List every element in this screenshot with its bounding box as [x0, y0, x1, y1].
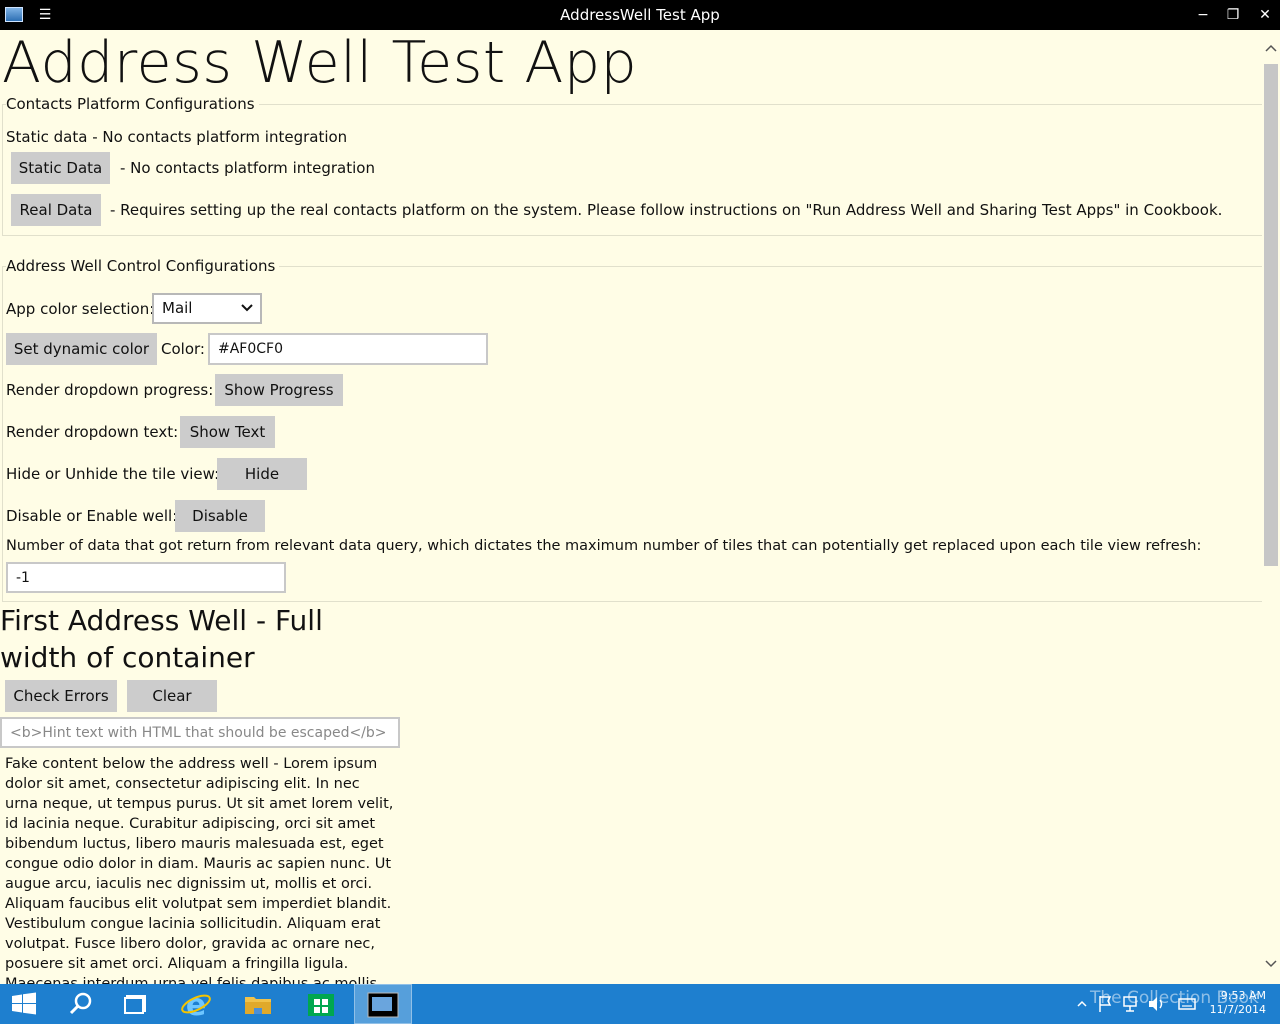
clock[interactable]: 9:53 AM 11/7/2014 [1206, 984, 1266, 1024]
svg-text:e: e [186, 988, 206, 1023]
control-legend: Address Well Control Configurations [6, 257, 280, 275]
window-title: AddressWell Test App [560, 6, 720, 24]
search-icon[interactable] [52, 984, 108, 1024]
scrollbar-thumb[interactable] [1264, 64, 1278, 566]
color-label: Color: [161, 340, 205, 358]
close-button[interactable]: ✕ [1250, 0, 1280, 30]
clear-button[interactable]: Clear [127, 680, 217, 712]
vertical-scrollbar[interactable] [1262, 30, 1280, 984]
file-explorer-icon[interactable] [230, 984, 286, 1024]
start-icon[interactable] [0, 984, 56, 1024]
scroll-up-icon[interactable] [1262, 42, 1280, 56]
platform-fieldset-bottom [2, 235, 1262, 236]
disable-well-label: Disable or Enable well: [6, 507, 178, 525]
address-well-input[interactable] [0, 717, 400, 748]
real-data-description: - Requires setting up the real contacts … [110, 201, 1223, 219]
maximize-button[interactable]: ❐ [1218, 0, 1248, 30]
render-text-label: Render dropdown text: [6, 423, 179, 441]
clock-date: 11/7/2014 [1209, 1003, 1266, 1016]
static-data-button[interactable]: Static Data [11, 152, 110, 184]
first-well-heading: First Address Well - Full width of conta… [0, 604, 323, 674]
app-color-select[interactable]: Mail [152, 293, 262, 324]
keyboard-icon[interactable] [1176, 984, 1198, 1024]
real-data-button[interactable]: Real Data [11, 194, 101, 226]
title-bar: ☰ AddressWell Test App − ❐ ✕ [0, 0, 1280, 30]
page-title: Address Well Test App [2, 30, 638, 96]
static-data-description: - No contacts platform integration [120, 159, 375, 177]
main-content: Address Well Test App Contacts Platform … [0, 30, 1262, 984]
internet-explorer-icon[interactable]: e [168, 984, 224, 1024]
check-errors-button[interactable]: Check Errors [5, 680, 117, 712]
hide-button[interactable]: Hide [217, 458, 307, 490]
render-progress-label: Render dropdown progress: [6, 381, 214, 399]
task-view-icon[interactable] [108, 984, 164, 1024]
volume-icon[interactable] [1145, 984, 1167, 1024]
query-count-input[interactable] [6, 562, 286, 593]
query-count-label: Number of data that got return from rele… [6, 538, 1202, 554]
set-dynamic-color-button[interactable]: Set dynamic color [6, 333, 157, 365]
clock-time: 9:53 AM [1220, 989, 1266, 1002]
store-icon[interactable] [293, 984, 349, 1024]
action-center-flag-icon[interactable] [1095, 984, 1115, 1024]
minimize-button[interactable]: − [1188, 0, 1218, 30]
fake-content-text: Fake content below the address well - Lo… [5, 756, 394, 984]
show-hidden-icons-icon[interactable] [1072, 984, 1092, 1024]
color-input[interactable] [208, 333, 488, 365]
platform-legend: Contacts Platform Configurations [6, 95, 259, 113]
control-fieldset-left [2, 266, 3, 602]
disable-button[interactable]: Disable [175, 500, 265, 532]
tile-view-label: Hide or Unhide the tile view: [6, 465, 220, 483]
scroll-down-icon[interactable] [1262, 958, 1280, 972]
addresswell-app-icon[interactable] [354, 984, 412, 1024]
taskbar: e The Collection Book 9:53 AM 11/7/2014 [0, 984, 1280, 1024]
static-data-label: Static data - No contacts platform integ… [6, 128, 348, 146]
show-text-button[interactable]: Show Text [180, 416, 275, 448]
chevron-down-icon [240, 295, 254, 331]
app-color-selection-label: App color selection: [6, 300, 155, 318]
show-progress-button[interactable]: Show Progress [215, 374, 343, 406]
platform-fieldset-left [2, 104, 3, 236]
app-color-select-value: Mail [162, 299, 193, 317]
network-icon[interactable] [1120, 984, 1142, 1024]
